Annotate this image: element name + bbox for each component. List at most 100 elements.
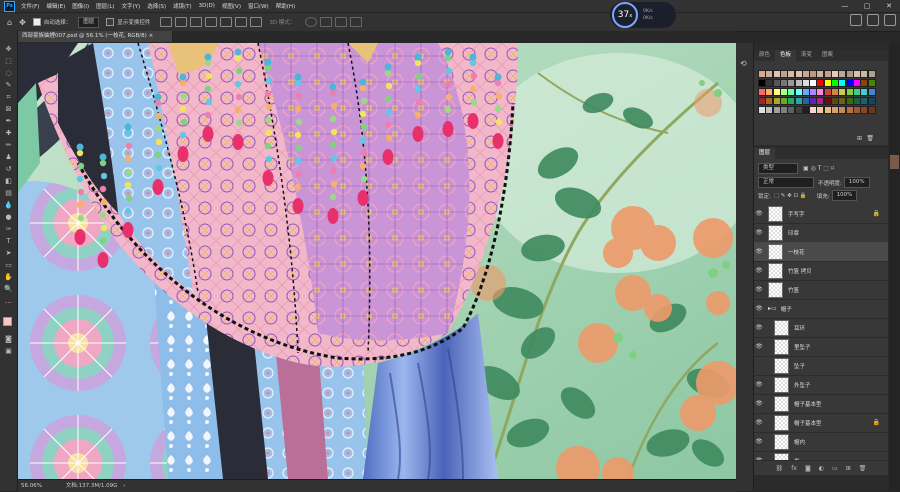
distribute-icon[interactable]	[250, 17, 263, 27]
color-swatch[interactable]	[867, 88, 876, 96]
screen-mode-icon[interactable]: ▣	[4, 347, 13, 356]
crop-tool-icon[interactable]: ⌗	[4, 93, 13, 102]
marquee-tool-icon[interactable]: ⬚	[4, 57, 13, 66]
layer-row[interactable]: 👁 外坠子	[754, 375, 888, 395]
blur-tool-icon[interactable]: 💧	[4, 201, 13, 210]
gradient-tool-icon[interactable]: ▤	[4, 189, 13, 198]
layer-row[interactable]: 👁 ▸▭ 帽子	[754, 299, 888, 319]
delete-swatch-icon[interactable]: 🗑	[866, 135, 874, 142]
more-tools-icon[interactable]: …	[4, 297, 13, 306]
eyedropper-tool-icon[interactable]: ✒	[4, 117, 13, 126]
auto-select-checkbox[interactable]	[32, 18, 41, 26]
align-bottom-icon[interactable]	[190, 17, 203, 27]
align-top-icon[interactable]	[160, 17, 173, 27]
color-swatch[interactable]	[867, 97, 876, 105]
show-transform-toggle[interactable]: 显示变换控件	[106, 18, 150, 26]
visibility-eye-icon[interactable]: 👁	[754, 248, 764, 255]
align-right-icon[interactable]	[235, 17, 248, 27]
hand-tool-icon[interactable]: ✋	[4, 273, 13, 282]
quick-mask-icon[interactable]: ◙	[4, 335, 13, 344]
filter-icons[interactable]: ▣ ◎ T ⬚ ⌑	[803, 165, 834, 172]
menu-layer[interactable]: 图层(L)	[96, 2, 114, 10]
pen-tool-icon[interactable]: ✑	[4, 225, 13, 234]
dodge-tool-icon[interactable]: ●	[4, 213, 13, 222]
frame-tool-icon[interactable]: ⊠	[4, 105, 13, 114]
show-transform-checkbox[interactable]	[106, 18, 115, 26]
new-swatch-icon[interactable]: ⊞	[857, 135, 862, 142]
visibility-eye-icon[interactable]: 👁	[754, 400, 764, 407]
eraser-tool-icon[interactable]: ◧	[4, 177, 13, 186]
foreground-color-swatch[interactable]	[3, 317, 12, 326]
navigator-thumbnail[interactable]	[890, 155, 899, 169]
visibility-eye-icon[interactable]: 👁	[754, 286, 764, 293]
group-folder-icon[interactable]: ▸▭	[768, 305, 777, 312]
roll-3d-icon[interactable]	[320, 17, 333, 27]
color-swatch[interactable]	[867, 106, 876, 114]
visibility-eye-icon[interactable]: 👁	[754, 210, 764, 217]
stamp-tool-icon[interactable]: ♟	[4, 153, 13, 162]
tab-color[interactable]: 颜色	[754, 50, 775, 61]
move-tool-icon[interactable]: ✥	[19, 18, 26, 27]
close-button[interactable]: ✕	[878, 0, 900, 12]
visibility-eye-icon[interactable]: 👁	[754, 419, 764, 426]
layer-kind-filter[interactable]: 类型	[758, 163, 798, 174]
tab-patterns[interactable]: 图案	[817, 50, 838, 61]
brush-tool-icon[interactable]: ✏	[4, 141, 13, 150]
minimize-button[interactable]: —	[834, 0, 856, 12]
tab-swatches[interactable]: 色板	[775, 50, 797, 61]
pan-3d-icon[interactable]	[335, 17, 348, 27]
layer-row[interactable]: 👁 一枝花	[754, 242, 888, 262]
type-tool-icon[interactable]: T	[4, 237, 13, 246]
layer-row[interactable]: 👁 竹篮	[754, 280, 888, 300]
tab-gradients[interactable]: 渐变	[796, 50, 817, 61]
align-left-icon[interactable]	[205, 17, 218, 27]
menu-file[interactable]: 文件(F)	[21, 2, 39, 10]
slide-3d-icon[interactable]	[350, 17, 363, 27]
color-swatch[interactable]	[867, 70, 876, 78]
home-icon[interactable]: ⌂	[7, 18, 12, 27]
opacity-field[interactable]: 100%	[843, 177, 870, 188]
layer-row[interactable]: 👁 耳环	[754, 318, 888, 338]
layer-row[interactable]: 👁 帽子基本型	[754, 394, 888, 414]
move-tool-icon[interactable]: ✥	[4, 45, 13, 54]
history-brush-icon[interactable]: ↺	[4, 165, 13, 174]
healing-tool-icon[interactable]: ✚	[4, 129, 13, 138]
menu-window[interactable]: 窗口(W)	[248, 2, 269, 10]
layer-row[interactable]: 👁 里坠子	[754, 337, 888, 357]
auto-select-target-dropdown[interactable]: 图层	[78, 16, 100, 28]
adjustment-icon[interactable]: ◐	[819, 465, 824, 472]
menu-type[interactable]: 文字(Y)	[122, 2, 141, 10]
visibility-eye-icon[interactable]: 👁	[754, 229, 764, 236]
menu-image[interactable]: 图像(I)	[72, 2, 89, 10]
visibility-eye-icon[interactable]: 👁	[754, 381, 764, 388]
visibility-eye-icon[interactable]: 👁	[754, 267, 764, 274]
zoom-level[interactable]: 56.06%	[21, 483, 42, 489]
share-icon[interactable]	[884, 14, 896, 26]
document-tab[interactable]: 西部豪族妯娌007.psd @ 56.1% (一枝花, RGB/8) ×	[18, 31, 173, 42]
menu-3d[interactable]: 3D(D)	[199, 3, 215, 9]
document-canvas[interactable]	[18, 43, 736, 479]
lock-icons[interactable]: ⬚ ✎ ✥ ⊡ 🔒	[774, 193, 807, 199]
layer-row[interactable]: 👁 印章	[754, 223, 888, 243]
align-middle-icon[interactable]	[175, 17, 188, 27]
menu-filter[interactable]: 滤镜(T)	[173, 2, 192, 10]
workspace-icon[interactable]	[867, 14, 879, 26]
color-swatch[interactable]	[867, 79, 876, 87]
zoom-tool-icon[interactable]: 🔍	[4, 285, 13, 294]
layer-row[interactable]: 👁 帽子基本型 🔒	[754, 413, 888, 433]
maximize-button[interactable]: ▢	[856, 0, 878, 12]
visibility-eye-icon[interactable]: 👁	[754, 305, 764, 312]
close-tab-icon[interactable]: ×	[149, 33, 154, 39]
shape-tool-icon[interactable]: ▭	[4, 261, 13, 270]
menu-edit[interactable]: 编辑(E)	[46, 2, 65, 10]
fx-icon[interactable]: fx	[791, 465, 797, 472]
menu-view[interactable]: 视图(V)	[222, 2, 241, 10]
link-layers-icon[interactable]: ⛓	[776, 465, 784, 472]
mask-icon[interactable]: ◙	[805, 465, 811, 472]
visibility-eye-icon[interactable]: 👁	[754, 324, 764, 331]
visibility-eye-icon[interactable]: 👁	[754, 343, 764, 350]
history-panel-icon[interactable]: ⟲	[740, 59, 747, 68]
delete-layer-icon[interactable]: 🗑	[859, 465, 867, 472]
lasso-tool-icon[interactable]: ◌	[4, 69, 13, 78]
layer-row[interactable]: 👁 竹篮 拷贝	[754, 261, 888, 281]
